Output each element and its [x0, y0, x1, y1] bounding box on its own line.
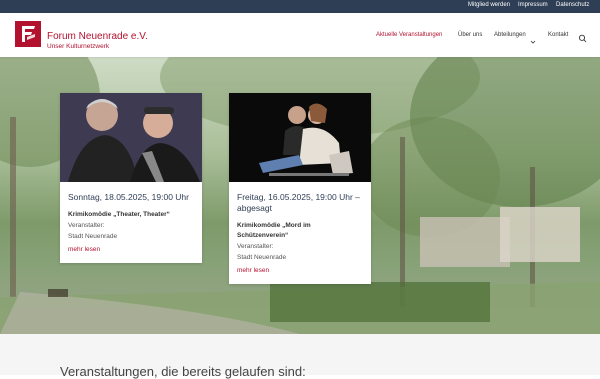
nav-item-about[interactable]: Über uns	[458, 32, 482, 38]
organizer-name: Stadt Neuenrade	[68, 233, 118, 240]
event-photo[interactable]	[229, 93, 371, 182]
organizer-label: Veranstalter:	[68, 222, 105, 229]
link-privacy[interactable]: Datenschutz	[556, 2, 589, 8]
event-title: Krimikomödie „Theater, Theater“	[68, 211, 170, 218]
past-events-section: Veranstaltungen, die bereits gelaufen si…	[0, 334, 600, 379]
past-events-heading: Veranstaltungen, die bereits gelaufen si…	[60, 364, 306, 379]
forum-logo-icon[interactable]	[15, 21, 41, 47]
top-bar: Mitglied werden Impressum Datenschutz	[0, 0, 600, 13]
nav-item-events[interactable]: Aktuelle Veranstaltungen	[376, 32, 442, 38]
event-date[interactable]: Freitag, 16.05.2025, 19:00 Uhr – abgesag…	[237, 192, 363, 214]
read-more-link[interactable]: mehr lesen	[68, 244, 194, 255]
event-photo[interactable]	[60, 93, 202, 182]
site-title[interactable]: Forum Neuenrade e.V.	[47, 32, 148, 42]
chevron-down-icon[interactable]	[530, 32, 536, 50]
organizer-label: Veranstalter:	[237, 243, 274, 250]
search-icon[interactable]	[578, 30, 587, 48]
nav-item-contact[interactable]: Kontakt	[548, 32, 568, 38]
event-date[interactable]: Sonntag, 18.05.2025, 19:00 Uhr	[68, 192, 194, 203]
organizer-name: Stadt Neuenrade	[237, 254, 287, 261]
link-imprint[interactable]: Impressum	[518, 2, 548, 8]
site-tagline: Unser Kulturnetzwerk	[47, 43, 110, 50]
event-card[interactable]: Sonntag, 18.05.2025, 19:00 Uhr Krimikomö…	[60, 93, 202, 263]
event-title: Krimikomödie „Mord im Schützenverein“	[237, 222, 311, 239]
event-card[interactable]: Freitag, 16.05.2025, 19:00 Uhr – abgesag…	[229, 93, 371, 284]
read-more-link[interactable]: mehr lesen	[237, 265, 363, 276]
nav-item-departments[interactable]: Abteilungen	[494, 32, 526, 38]
link-become-member[interactable]: Mitglied werden	[468, 2, 510, 8]
